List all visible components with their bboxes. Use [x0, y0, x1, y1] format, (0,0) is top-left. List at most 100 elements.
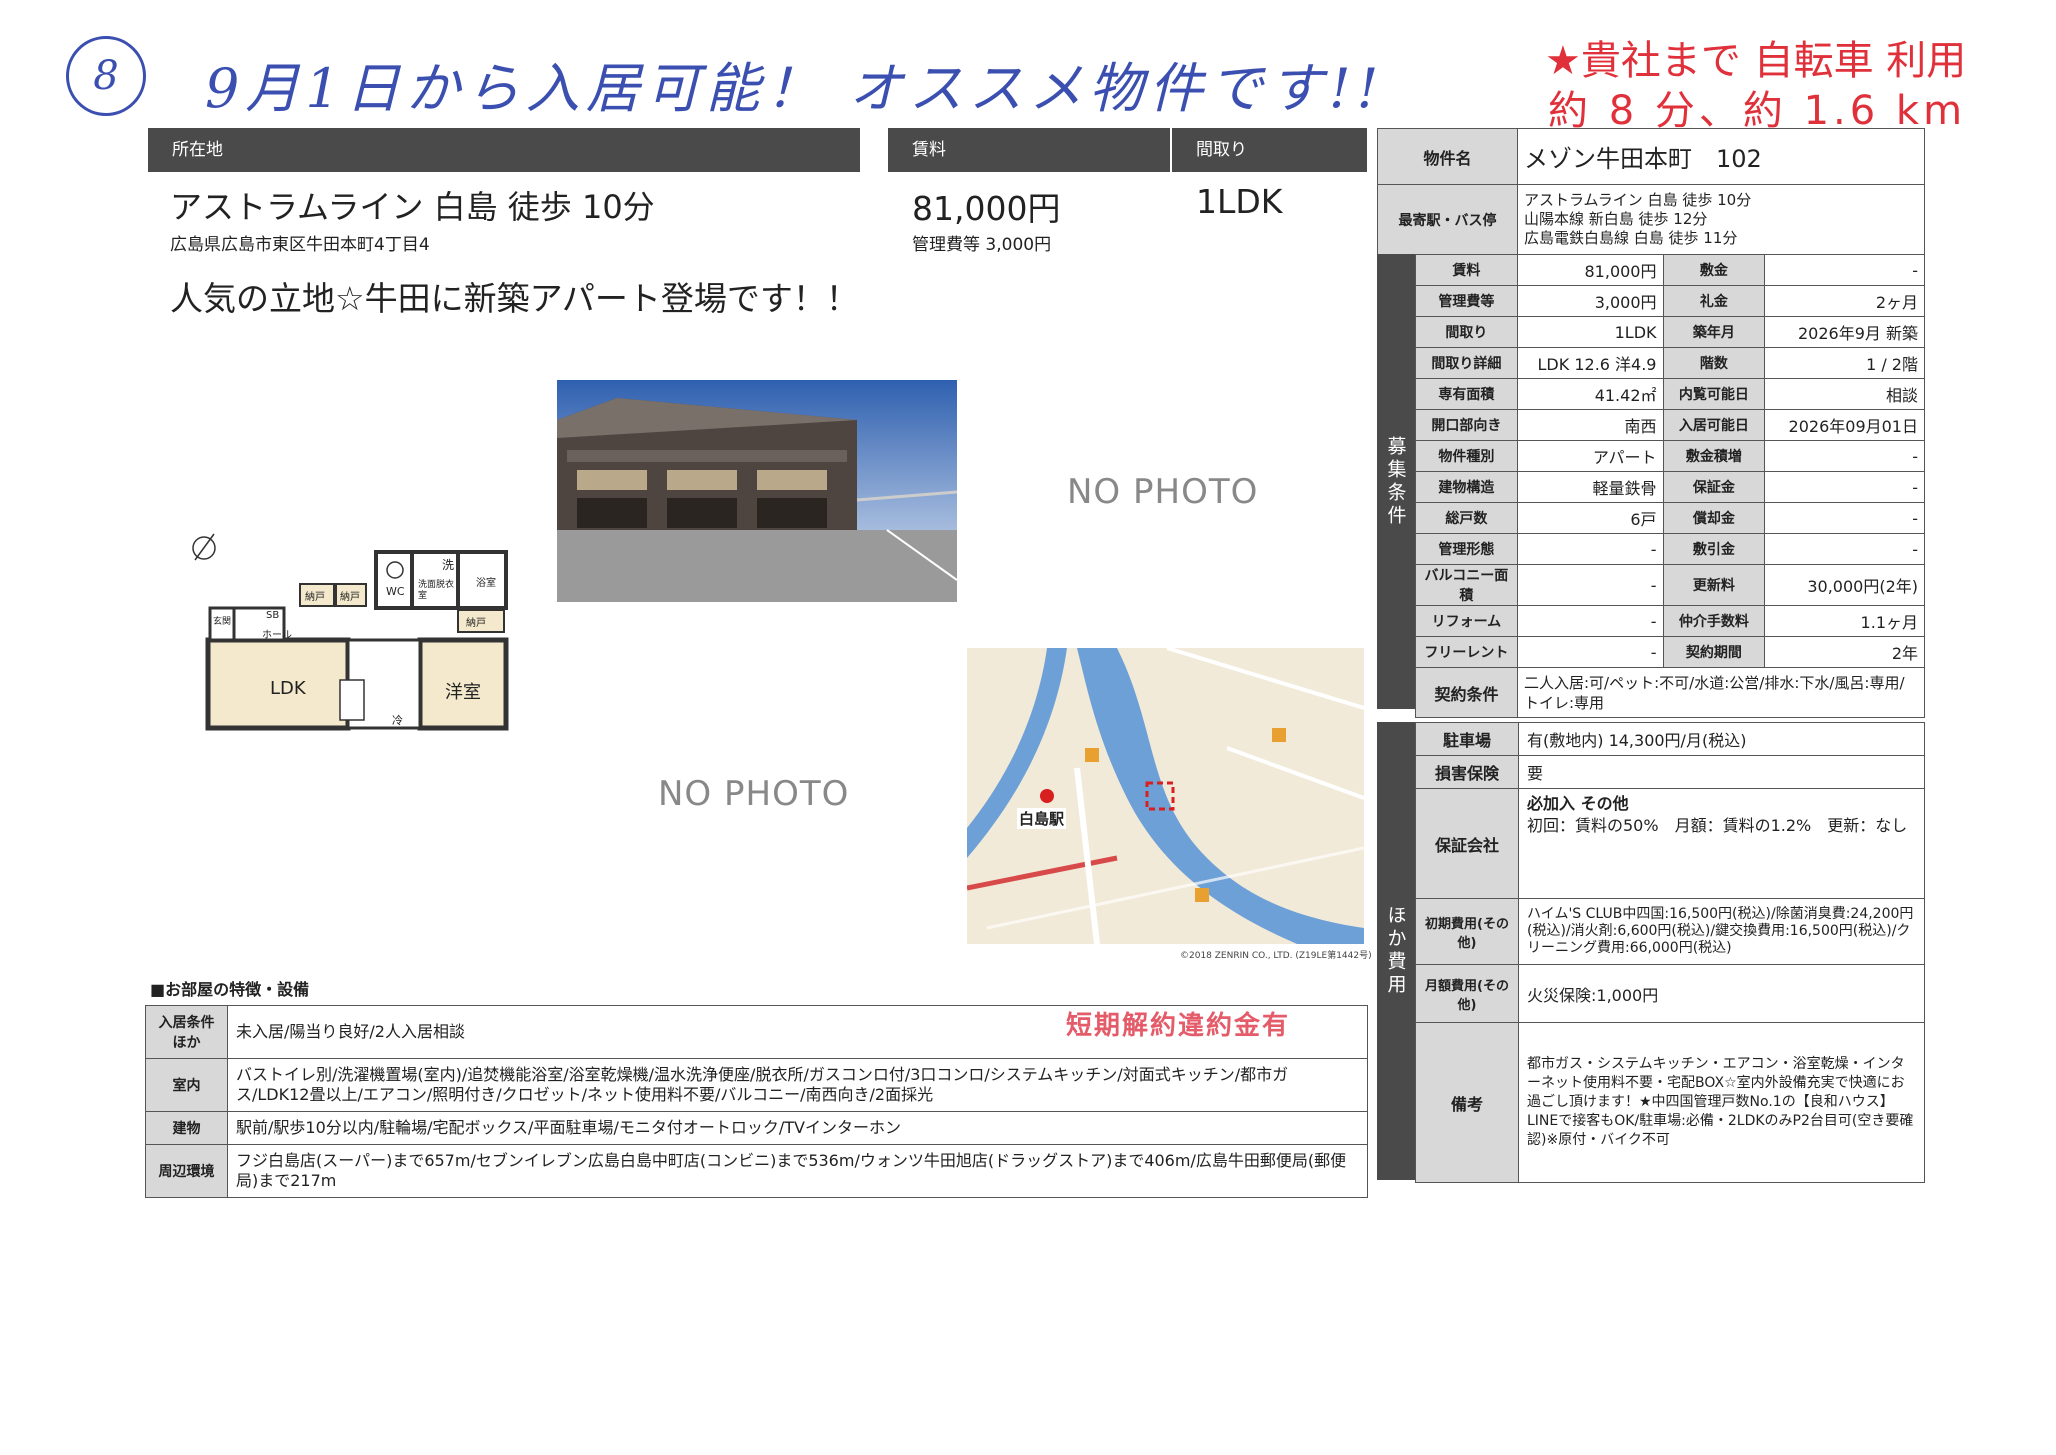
area-map: 白島駅: [967, 648, 1364, 944]
table-row: 駐車場 有(敷地内) 14,300円/月(税込): [1415, 722, 1925, 756]
condition-value: 81,000円: [1516, 254, 1664, 286]
condition-label: 築年月: [1662, 316, 1766, 348]
rent-value: 81,000円: [912, 189, 1061, 228]
condition-value: -: [1516, 636, 1664, 668]
table-row: 備考 都市ガス・システムキッチン・エアコン・浴室乾燥・インターネット使用料不要・…: [1415, 1022, 1925, 1183]
floor-plan-drawing: [192, 533, 509, 731]
guarantor-line1: 必加入 その他: [1527, 794, 1629, 813]
property-name: メゾン牛田本町 102: [1517, 128, 1925, 185]
no-photo-2: NO PHOTO: [658, 774, 850, 814]
remarks-value: 都市ガス・システムキッチン・エアコン・浴室乾燥・インターネット使用料不要・宅配B…: [1518, 1022, 1925, 1183]
table-row: 物件種別 アパート 敷金積増 -: [1415, 440, 1925, 472]
table-row: 専有面積 41.42㎡ 内覧可能日 相談: [1415, 378, 1925, 410]
condition-value: 3,000円: [1516, 285, 1664, 317]
table-row: 物件名 メゾン牛田本町 102: [1377, 128, 1925, 185]
condition-label: 保証金: [1662, 471, 1766, 503]
condition-value: LDK 12.6 洋4.9: [1516, 347, 1664, 379]
table-row: 建物構造 軽量鉄骨 保証金 -: [1415, 471, 1925, 503]
fp-laundry: 洗: [442, 558, 455, 572]
table-row: 保証会社 必加入 その他 初回：賃料の50% 月額：賃料の1.2% 更新：なし: [1415, 788, 1925, 899]
table-row: 損害保険 要: [1415, 755, 1925, 789]
features-table: 入居条件ほか 未入居/陽当り良好/2人入居相談 室内 バストイレ別/洗濯機置場(室内)…: [145, 1005, 1368, 1198]
condition-value: 2026年9月 新築: [1764, 316, 1925, 348]
remarks-label: 備考: [1415, 1022, 1519, 1183]
feature-value: 駅前/駅歩10分以内/駐輪場/宅配ボックス/平面駐車場/モニタ付オートロック/T…: [227, 1111, 1368, 1145]
table-row: 初期費用(その他) ハイム'S CLUB中四国:16,500円(税込)/除菌消臭…: [1415, 898, 1925, 965]
other-costs-table: 駐車場 有(敷地内) 14,300円/月(税込) 損害保険 要 保証会社 必加入…: [1415, 722, 1925, 1183]
features-title: ■お部屋の特徴・設備: [150, 980, 310, 999]
station-2: 山陽本線 新白島 徒歩 12分: [1524, 210, 1708, 228]
monthly-cost-value: 火災保険:1,000円: [1518, 964, 1925, 1023]
building-illustration: [557, 380, 957, 602]
condition-label: 賃料: [1415, 254, 1518, 286]
condition-label: 専有面積: [1415, 378, 1518, 410]
condition-label: 管理形態: [1415, 533, 1518, 565]
insurance-value: 要: [1518, 755, 1925, 789]
fp-nando3: 納戸: [466, 618, 486, 629]
condition-value: 1LDK: [1516, 316, 1664, 348]
condition-label: 償却金: [1662, 502, 1766, 534]
location-label-bar: 所在地: [148, 128, 860, 172]
station-pin-icon: [1040, 789, 1054, 803]
fp-nando1: 納戸: [305, 592, 325, 603]
condition-label: 建物構造: [1415, 471, 1518, 503]
table-row: バルコニー面積 - 更新料 30,000円(2年): [1415, 564, 1925, 606]
condition-value: 2026年09月01日: [1764, 409, 1925, 441]
condition-value: 1.1ヶ月: [1764, 605, 1925, 637]
map-credit: ©2018 ZENRIN CO., LTD. (Z19LE第1442号): [1180, 951, 1372, 961]
floor-plan: LDK 洋室 SB ホール 玄関 納戸 納戸 WC 洗面脱衣室 洗 浴室 納戸 …: [190, 530, 520, 740]
table-row: 建物 駅前/駅歩10分以内/駐輪場/宅配ボックス/平面駐車場/モニタ付オートロック…: [145, 1111, 1368, 1145]
table-row: 間取り詳細 LDK 12.6 洋4.9 階数 1 / 2階: [1415, 347, 1925, 379]
condition-label: 物件種別: [1415, 440, 1518, 472]
fp-washroom: 洗面脱衣室: [418, 580, 455, 601]
handwritten-note: 9月1日から入居可能！ オススメ物件です!!: [205, 57, 1385, 120]
condition-value: -: [1516, 605, 1664, 637]
condition-value: 相談: [1764, 378, 1925, 410]
fp-sb: SB: [266, 610, 280, 621]
contract-table: 契約条件 二人入居:可/ペット:不可/水道:公営/排水:下水/風呂:専用/トイレ…: [1415, 667, 1925, 718]
feature-label: 室内: [145, 1058, 228, 1112]
features-table-wrap: 入居条件ほか 未入居/陽当り良好/2人入居相談 室内 バストイレ別/洗濯機置場(室内)…: [145, 1005, 1368, 1198]
fp-entrance: 玄関: [213, 617, 232, 627]
monthly-cost-label: 月額費用(その他): [1415, 964, 1519, 1023]
table-row: 周辺環境 フジ白島店(スーパー)まで657m/セブンイレブン広島白島中町店(コンビ…: [145, 1144, 1368, 1198]
condition-label: 敷金: [1662, 254, 1766, 286]
conditions-table: 賃料 81,000円 敷金 - 管理費等 3,000円 礼金 2ヶ月 間取り 1LDK 築年月 202…: [1415, 254, 1925, 668]
fp-youshitsu: 洋室: [445, 682, 481, 703]
fp-hall: ホール: [262, 630, 292, 641]
condition-label: 間取り詳細: [1415, 347, 1518, 379]
condition-value: -: [1516, 533, 1664, 565]
table-row: フリーレント - 契約期間 2年: [1415, 636, 1925, 668]
contract-value: 二人入居:可/ペット:不可/水道:公営/排水:下水/風呂:専用/トイレ:専用: [1517, 667, 1925, 718]
feature-label: 建物: [145, 1111, 228, 1145]
condition-value: アパート: [1516, 440, 1664, 472]
guarantor-line2: 初回：賃料の50% 月額：賃料の1.2% 更新：なし: [1527, 816, 1908, 835]
layout-value: 1LDK: [1196, 182, 1283, 221]
condition-value: 6戸: [1516, 502, 1664, 534]
initial-cost-value: ハイム'S CLUB中四国:16,500円(税込)/除菌消臭費:24,200円(…: [1518, 898, 1925, 965]
table-row: リフォーム - 仲介手数料 1.1ヶ月: [1415, 605, 1925, 637]
table-row: 契約条件 二人入居:可/ペット:不可/水道:公営/排水:下水/風呂:専用/トイレ…: [1415, 667, 1925, 718]
property-header-table: 物件名 メゾン牛田本町 102 最寄駅・バス停 アストラムライン 白島 徒歩 1…: [1377, 128, 1925, 255]
fp-nando2: 納戸: [340, 592, 360, 603]
condition-label: 契約期間: [1662, 636, 1766, 668]
condition-value: 1 / 2階: [1764, 347, 1925, 379]
feature-value: バストイレ別/洗濯機置場(室内)/追焚機能浴室/浴室乾燥機/温水洗浄便座/脱衣所…: [227, 1058, 1368, 1112]
condition-value: -: [1764, 471, 1925, 503]
station-label: 最寄駅・バス停: [1377, 184, 1518, 255]
feature-value: 未入居/陽当り良好/2人入居相談: [227, 1005, 1368, 1059]
table-row: 開口部向き 南西 入居可能日 2026年09月01日: [1415, 409, 1925, 441]
feature-label: 周辺環境: [145, 1144, 228, 1198]
station-access: アストラムライン 白島 徒歩 10分: [170, 188, 655, 226]
parking-value: 有(敷地内) 14,300円/月(税込): [1518, 722, 1925, 756]
condition-value: 30,000円(2年): [1764, 564, 1925, 606]
handwritten-circle-number: 8: [66, 36, 146, 116]
initial-cost-label: 初期費用(その他): [1415, 898, 1519, 965]
condition-label: 階数: [1662, 347, 1766, 379]
table-row: 間取り 1LDK 築年月 2026年9月 新築: [1415, 316, 1925, 348]
condition-label: 仲介手数料: [1662, 605, 1766, 637]
address: 広島県広島市東区牛田本町4丁目4: [170, 235, 430, 255]
condition-value: 軽量鉄骨: [1516, 471, 1664, 503]
table-row: 賃料 81,000円 敷金 -: [1415, 254, 1925, 286]
condition-label: 総戸数: [1415, 502, 1518, 534]
